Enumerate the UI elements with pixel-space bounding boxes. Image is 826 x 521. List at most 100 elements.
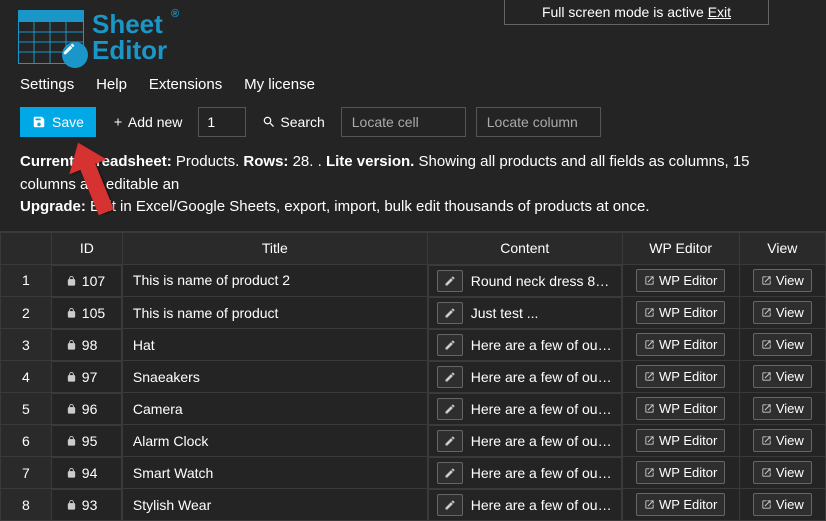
row-number[interactable]: 3	[1, 329, 52, 361]
cell-id[interactable]: 95	[52, 425, 122, 457]
row-number[interactable]: 7	[1, 457, 52, 489]
view-button[interactable]: View	[753, 301, 812, 324]
row-number[interactable]: 6	[1, 425, 52, 457]
edit-content-button[interactable]	[437, 398, 463, 420]
wp-editor-button[interactable]: WP Editor	[636, 269, 725, 292]
menu-help[interactable]: Help	[96, 76, 127, 93]
header-wpeditor[interactable]: WP Editor	[622, 232, 739, 264]
external-icon	[644, 307, 655, 318]
edit-content-button[interactable]	[437, 462, 463, 484]
cell-id[interactable]: 96	[52, 393, 122, 425]
row-number[interactable]: 8	[1, 489, 52, 521]
menu-extensions[interactable]: Extensions	[149, 76, 222, 93]
cell-id[interactable]: 94	[52, 457, 122, 489]
external-icon	[761, 403, 772, 414]
header-title[interactable]: Title	[122, 232, 427, 264]
save-button[interactable]: Save	[20, 107, 96, 137]
wp-editor-button[interactable]: WP Editor	[636, 397, 725, 420]
cell-wpeditor: WP Editor	[622, 361, 739, 393]
edit-content-button[interactable]	[437, 494, 463, 516]
edit-content-button[interactable]	[437, 430, 463, 452]
view-button[interactable]: View	[753, 429, 812, 452]
header-blank	[1, 232, 52, 264]
locate-column-input[interactable]	[476, 107, 601, 137]
edit-icon	[444, 339, 456, 351]
wp-editor-button[interactable]: WP Editor	[636, 301, 725, 324]
edit-content-button[interactable]	[437, 270, 463, 292]
view-button[interactable]: View	[753, 493, 812, 516]
wp-editor-button[interactable]: WP Editor	[636, 365, 725, 388]
cell-view: View	[739, 297, 825, 329]
cell-view: View	[739, 457, 825, 489]
cell-title[interactable]: Stylish Wear	[122, 489, 427, 521]
menu-settings[interactable]: Settings	[20, 76, 74, 93]
row-number[interactable]: 4	[1, 361, 52, 393]
cell-view: View	[739, 329, 825, 361]
external-icon	[644, 435, 655, 446]
edit-content-button[interactable]	[437, 334, 463, 356]
view-button[interactable]: View	[753, 365, 812, 388]
wp-editor-button[interactable]: WP Editor	[636, 493, 725, 516]
external-icon	[644, 499, 655, 510]
wp-editor-button[interactable]: WP Editor	[636, 333, 725, 356]
view-button[interactable]: View	[753, 397, 812, 420]
plus-icon	[112, 116, 124, 128]
header-id[interactable]: ID	[51, 232, 122, 264]
edit-icon	[444, 435, 456, 447]
add-new-button[interactable]: Add new	[106, 107, 188, 137]
wp-editor-button[interactable]: WP Editor	[636, 429, 725, 452]
cell-id[interactable]: 107	[52, 265, 122, 297]
cell-view: View	[739, 264, 825, 297]
cell-id[interactable]: 97	[52, 361, 122, 393]
row-number[interactable]: 5	[1, 393, 52, 425]
cell-title[interactable]: Camera	[122, 393, 427, 425]
cell-content[interactable]: Here are a few of our ...	[428, 457, 622, 489]
cell-content[interactable]: Here are a few of our ...	[428, 393, 622, 425]
cell-content[interactable]: Here are a few of our ...	[428, 361, 622, 393]
row-number[interactable]: 2	[1, 297, 52, 329]
cell-title[interactable]: Alarm Clock	[122, 425, 427, 457]
header-view[interactable]: View	[739, 232, 825, 264]
edit-icon	[444, 275, 456, 287]
row-number[interactable]: 1	[1, 264, 52, 297]
save-icon	[32, 115, 46, 129]
cell-title[interactable]: This is name of product	[122, 297, 427, 329]
cell-content[interactable]: Here are a few of our ...	[428, 425, 622, 457]
cell-title[interactable]: Hat	[122, 329, 427, 361]
cell-id[interactable]: 98	[52, 329, 122, 361]
cell-content[interactable]: Just test ...	[428, 297, 622, 329]
cell-title[interactable]: Snaeakers	[122, 361, 427, 393]
cell-view: View	[739, 489, 825, 521]
exit-fullscreen-link[interactable]: Exit	[708, 4, 731, 20]
cell-view: View	[739, 361, 825, 393]
cell-id[interactable]: 93	[52, 489, 122, 521]
cell-content[interactable]: Here are a few of our ...	[428, 489, 622, 521]
cell-id[interactable]: 105	[52, 297, 122, 329]
table-row: 7 94 Smart Watch Here are a few of our .…	[1, 457, 826, 489]
cell-content[interactable]: Here are a few of our ...	[428, 329, 622, 361]
cell-wpeditor: WP Editor	[622, 489, 739, 521]
lock-icon	[66, 467, 77, 479]
lock-icon	[66, 275, 77, 287]
cell-content[interactable]: Round neck dress 85c...	[428, 265, 622, 297]
edit-content-button[interactable]	[437, 366, 463, 388]
external-icon	[644, 403, 655, 414]
add-qty-input[interactable]	[198, 107, 246, 137]
edit-content-button[interactable]	[437, 302, 463, 324]
cell-title[interactable]: This is name of product 2	[122, 264, 427, 297]
external-icon	[761, 307, 772, 318]
view-button[interactable]: View	[753, 269, 812, 292]
header-content[interactable]: Content	[427, 232, 622, 264]
table-row: 8 93 Stylish Wear Here are a few of our …	[1, 489, 826, 521]
search-button[interactable]: Search	[256, 107, 330, 137]
cell-title[interactable]: Smart Watch	[122, 457, 427, 489]
view-button[interactable]: View	[753, 461, 812, 484]
table-row: 1 107 This is name of product 2 Round ne…	[1, 264, 826, 297]
menu-license[interactable]: My license	[244, 76, 315, 93]
locate-cell-input[interactable]	[341, 107, 466, 137]
view-button[interactable]: View	[753, 333, 812, 356]
wp-editor-button[interactable]: WP Editor	[636, 461, 725, 484]
toolbar: Save Add new Search	[0, 101, 826, 145]
fullscreen-notice: Full screen mode is active Exit	[504, 0, 769, 25]
edit-icon	[444, 499, 456, 511]
